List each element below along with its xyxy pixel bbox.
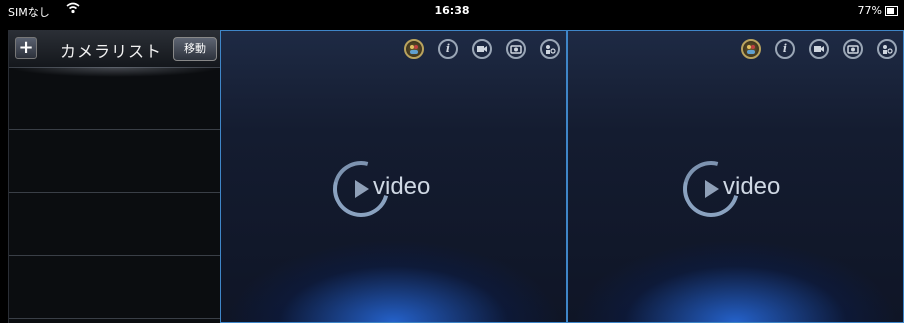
battery-icon — [885, 5, 898, 16]
video-logo: video — [672, 150, 813, 228]
record-icon[interactable] — [809, 39, 829, 59]
record-icon[interactable] — [472, 39, 492, 59]
snapshot-icon[interactable] — [843, 39, 863, 59]
battery-status: 77% — [858, 4, 898, 17]
header-shadow — [9, 67, 221, 77]
camera-list-title: カメラリスト — [60, 42, 163, 61]
snapshot-icon[interactable] — [506, 39, 526, 59]
info-icon[interactable]: i — [438, 39, 458, 59]
people-icon[interactable] — [741, 39, 761, 59]
battery-percent: 77% — [857, 4, 882, 17]
move-button[interactable]: 移動 — [173, 37, 217, 61]
camera-list-header: + カメラリスト 移動 — [9, 30, 221, 68]
video-logo-text: video — [373, 173, 431, 200]
people-icon[interactable] — [404, 39, 424, 59]
play-icon — [355, 180, 369, 198]
info-icon[interactable]: i — [775, 39, 795, 59]
video-pane-1[interactable]: i video — [220, 30, 567, 323]
add-camera-button[interactable]: + — [15, 37, 37, 59]
camera-list-panel: + カメラリスト 移動 — [8, 30, 222, 323]
camera-list-row[interactable] — [9, 192, 221, 193]
video-toolbar: i — [404, 39, 560, 59]
camera-list-row[interactable] — [9, 318, 221, 319]
camera-list-row[interactable] — [9, 255, 221, 256]
status-bar: SIMなし 16:38 77% — [0, 0, 904, 21]
voice-icon[interactable] — [877, 39, 897, 59]
clock: 16:38 — [434, 4, 470, 17]
camera-list-row[interactable] — [9, 129, 221, 130]
video-toolbar: i — [741, 39, 897, 59]
voice-icon[interactable] — [540, 39, 560, 59]
video-pane-2[interactable]: i video — [567, 30, 904, 323]
video-logo: video — [322, 150, 463, 228]
video-logo-text: video — [723, 173, 781, 200]
play-icon — [705, 180, 719, 198]
